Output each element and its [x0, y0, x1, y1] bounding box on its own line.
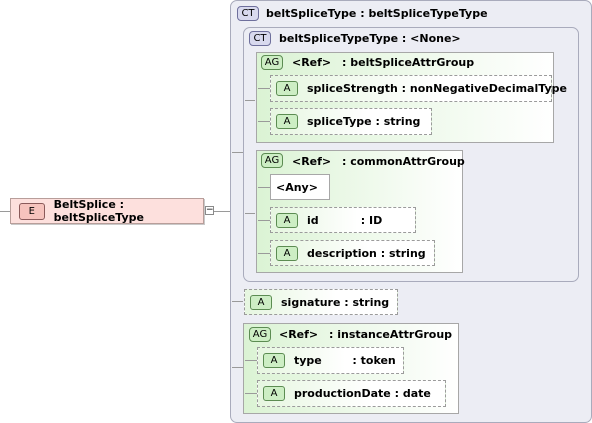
- element-separator: :: [119, 198, 125, 211]
- attribute-description[interactable]: A description : string: [270, 240, 435, 266]
- group-ref: <Ref>: [279, 328, 319, 341]
- attr-label: type : token: [294, 354, 396, 367]
- attr-badge: A: [276, 81, 298, 96]
- ag-badge: AG: [261, 153, 283, 168]
- attr-badge: A: [276, 114, 298, 129]
- connector-line: [258, 253, 270, 254]
- attr-label: description : string: [307, 246, 426, 260]
- attr-badge: A: [250, 294, 272, 310]
- collapse-toggle-icon[interactable]: −: [205, 206, 214, 215]
- attr-label: signature : string: [281, 295, 390, 309]
- connector-line: [258, 220, 270, 221]
- element-beltsplice[interactable]: E BeltSplice : beltSpliceType: [10, 198, 204, 224]
- element-name: BeltSplice: [53, 198, 116, 211]
- attr-label: id : ID: [307, 213, 383, 227]
- connector-line: [232, 152, 243, 153]
- attribute-splicestrength[interactable]: A spliceStrength : nonNegativeDecimalTyp…: [270, 75, 567, 102]
- element-label: BeltSplice : beltSpliceType: [54, 198, 203, 224]
- attribute-id[interactable]: A id : ID: [270, 207, 416, 233]
- attr-badge: A: [276, 212, 298, 228]
- attribute-type[interactable]: A type : token: [257, 347, 404, 374]
- element-badge: E: [19, 202, 45, 220]
- connector-line: [245, 100, 255, 101]
- attr-badge: A: [276, 245, 298, 261]
- connector-line: [0, 211, 10, 212]
- connector-line: [258, 187, 270, 188]
- element-type: beltSpliceType: [53, 211, 144, 224]
- connector-line: [232, 367, 243, 368]
- group-name: : instanceAttrGroup: [329, 328, 453, 341]
- outer-type-label: beltSpliceType : beltSpliceTypeType: [266, 7, 488, 20]
- attr-label: productionDate : date: [294, 387, 431, 400]
- group-name: : beltSpliceAttrGroup: [342, 56, 475, 69]
- group-ref: <Ref>: [292, 56, 332, 69]
- inner-type-label: beltSpliceTypeType : <None>: [279, 32, 461, 45]
- connector-line: [245, 213, 255, 214]
- group-name: : commonAttrGroup: [342, 155, 465, 168]
- ct-badge: CT: [237, 6, 259, 21]
- any-label: <Any>: [276, 180, 318, 194]
- attr-label: spliceStrength : nonNegativeDecimalType: [307, 82, 567, 95]
- attr-badge: A: [263, 386, 285, 401]
- group-ref: <Ref>: [292, 155, 332, 168]
- connector-line: [258, 121, 270, 122]
- connector-line: [245, 360, 257, 361]
- attr-badge: A: [263, 353, 285, 368]
- connector-line: [258, 88, 270, 89]
- connector-line: [214, 211, 230, 212]
- any-attribute[interactable]: <Any>: [270, 174, 330, 200]
- attr-label: spliceType : string: [307, 115, 421, 128]
- attribute-productiondate[interactable]: A productionDate : date: [257, 380, 446, 407]
- attribute-signature[interactable]: A signature : string: [244, 289, 398, 315]
- attribute-splicetype[interactable]: A spliceType : string: [270, 108, 432, 135]
- ag-badge: AG: [261, 55, 283, 70]
- connector-line: [245, 393, 257, 394]
- ag-badge: AG: [249, 327, 271, 342]
- ct-badge: CT: [249, 31, 271, 46]
- connector-line: [232, 301, 243, 302]
